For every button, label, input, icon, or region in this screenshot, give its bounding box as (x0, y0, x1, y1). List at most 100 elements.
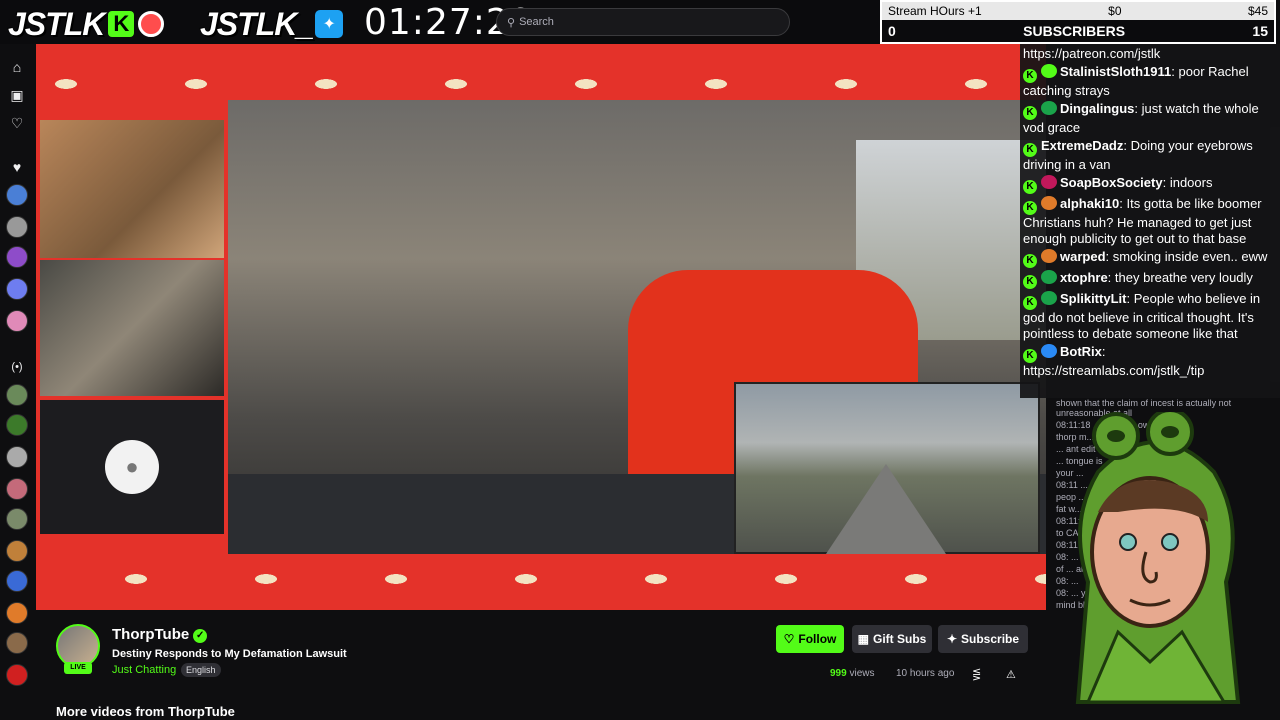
kick-platform-icon: K (1023, 275, 1037, 289)
kick-platform-icon: K (1023, 349, 1037, 363)
gift-label: Gift Subs (873, 632, 927, 646)
chat-text: indoors (1169, 175, 1213, 190)
twitter-bird-icon: ✦ (315, 10, 344, 38)
webcam-guest-1 (40, 120, 224, 258)
channel-name-row[interactable]: ThorpTube ✓ (112, 626, 208, 643)
webcam-guest-2 (40, 260, 224, 396)
user-badge-icon (1041, 64, 1057, 78)
category-link[interactable]: Just Chatting (112, 664, 176, 676)
views-label: views (849, 668, 875, 679)
chat-username: Dingalingus (1060, 101, 1135, 116)
subscribe-button[interactable]: ✦ Subscribe (938, 625, 1028, 653)
road-pip-video (734, 382, 1040, 554)
logo-text: JSTLK (8, 5, 105, 42)
kick-logo-icon: K (108, 11, 135, 37)
kick-platform-icon: K (1023, 106, 1037, 120)
chat-username: BotRix (1060, 344, 1102, 359)
kick-platform-icon: K (1023, 254, 1037, 268)
jstlk-kick-logo[interactable]: JSTLK K (8, 5, 165, 42)
user-badge-icon (1041, 291, 1057, 305)
following-icon[interactable]: ♡ (6, 112, 28, 134)
gift-icon: ▦ (857, 632, 869, 646)
stream-age: 10 hours ago (896, 668, 955, 679)
chat-username: xtophre (1060, 270, 1108, 285)
heart-outline-icon: ♡ (783, 632, 795, 646)
share-icon[interactable]: ⋚ (972, 668, 981, 681)
search-icon: ⚲ (507, 16, 516, 29)
app-root: JSTLK K JSTLK_ ✦ 01:27:29 ⚲ Search Strea… (0, 0, 1280, 720)
sidebar-channel-avatar[interactable] (6, 414, 28, 436)
goal-progress-bar: Stream HOurs +1 $0 $45 (882, 2, 1274, 20)
follow-label: Follow (798, 632, 837, 646)
kick-platform-icon: K (1023, 180, 1037, 194)
road-shape (826, 464, 946, 554)
kick-platform-icon: K (1023, 69, 1037, 83)
goal-label: Stream HOurs +1 (888, 4, 982, 18)
user-badge-icon (1041, 196, 1057, 210)
browse-icon[interactable]: ▣ (6, 84, 28, 106)
chat-message: Kwarped: smoking inside even.. eww (1023, 249, 1276, 268)
sidebar-channel-avatar[interactable] (6, 570, 28, 592)
video-player[interactable]: ● (36, 44, 1046, 610)
webcam-empty-slot: ● (40, 400, 224, 534)
top-bar: JSTLK K JSTLK_ ✦ 01:27:29 ⚲ Search (0, 0, 880, 44)
sidebar-channel-avatar[interactable] (6, 216, 28, 238)
sidebar-channel-avatar[interactable] (6, 540, 28, 562)
jstlk-twitter-logo[interactable]: JSTLK_ ✦ (200, 5, 344, 42)
subscriber-goal-widget: Stream HOurs +1 $0 $45 0 SUBSCRIBERS 15 (880, 0, 1276, 44)
language-tag[interactable]: English (181, 663, 221, 677)
sidebar-channel-avatar[interactable] (6, 478, 28, 500)
sub-count-left: 0 (888, 23, 896, 39)
chat-username: alphaki10 (1060, 196, 1120, 211)
sidebar-channel-avatar[interactable] (6, 446, 28, 468)
left-sidebar: ⌂ ▣ ♡ ♥ (•) (0, 44, 34, 720)
sidebar-channel-avatar[interactable] (6, 310, 28, 332)
sidebar-channel-avatar[interactable] (6, 278, 28, 300)
chat-message: Kxtophre: they breathe very loudly (1023, 270, 1276, 289)
kick-platform-icon: K (1023, 143, 1037, 157)
kermit-mascot-image (1075, 412, 1241, 704)
verified-check-icon: ✓ (193, 629, 208, 643)
logo-text-secondary: JSTLK_ (200, 5, 314, 42)
user-placeholder-icon: ● (105, 440, 159, 494)
home-icon[interactable]: ⌂ (6, 56, 28, 78)
sidebar-channel-avatar[interactable] (6, 246, 28, 268)
chat-text: they breathe very loudly (1114, 270, 1253, 285)
goal-target: $45 (1247, 4, 1268, 18)
chat-message: K SplikittyLit: People who believe in god… (1023, 291, 1261, 341)
sidebar-channel-avatar[interactable] (6, 184, 28, 206)
views-number: 999 (830, 668, 847, 679)
chat-username: StalinistSloth1911 (1060, 64, 1172, 79)
goal-current: $0 (1108, 4, 1122, 18)
channel-name[interactable]: ThorpTube (112, 626, 189, 643)
report-warning-icon[interactable]: ⚠ (1006, 668, 1016, 681)
stream-title: Destiny Responds to My Defamation Lawsui… (112, 648, 347, 660)
chat-message: K ExtremeDadz: Doing your eyebrows drivin… (1023, 138, 1253, 172)
sidebar-channel-avatar[interactable] (6, 384, 28, 406)
chat-text: https://streamlabs.com/jstlk_/tip (1023, 363, 1205, 378)
record-icon (138, 11, 165, 37)
sidebar-channel-avatar[interactable] (6, 664, 28, 686)
gift-subs-button[interactable]: ▦ Gift Subs (852, 625, 932, 653)
more-videos-heading: More videos from ThorpTube (56, 704, 235, 719)
chat-overlay: https://patreon.com/jstlk K StalinistSlot… (1020, 44, 1280, 398)
chat-username: SoapBoxSociety (1060, 175, 1163, 190)
chat-header-link: https://patreon.com/jstlk (1023, 46, 1161, 61)
sidebar-channel-avatar[interactable] (6, 508, 28, 530)
subscriber-row: 0 SUBSCRIBERS 15 (882, 20, 1274, 42)
chat-username: warped (1060, 249, 1106, 264)
live-broadcast-icon[interactable]: (•) (6, 356, 28, 378)
chat-text: People who believe in god do not believe… (1023, 291, 1261, 341)
heart-icon[interactable]: ♥ (6, 156, 28, 178)
sidebar-channel-avatar[interactable] (6, 602, 28, 624)
subscribers-title: SUBSCRIBERS (1023, 23, 1126, 39)
sidebar-channel-avatar[interactable] (6, 632, 28, 654)
view-count: 999 views (830, 668, 874, 679)
chat-message: K SoapBoxSociety: indoors (1023, 175, 1276, 194)
star-icon: ✦ (946, 632, 958, 646)
chat-text: just watch the whole vod grace (1023, 101, 1259, 135)
chat-text: smoking inside even.. eww (1112, 249, 1268, 264)
follow-button[interactable]: ♡ Follow (776, 625, 844, 653)
search-input[interactable]: ⚲ Search (496, 8, 790, 36)
search-placeholder: Search (519, 16, 554, 28)
